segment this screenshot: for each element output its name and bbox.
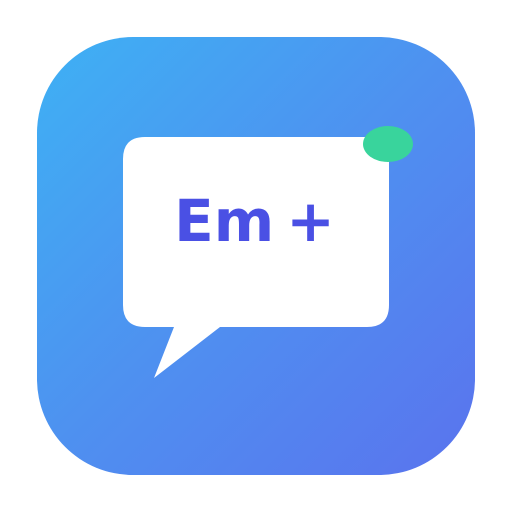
app-icon-canvas: Em + xyxy=(0,0,512,512)
app-icon[interactable]: Em + xyxy=(37,37,475,475)
app-icon-text: Em xyxy=(174,187,275,255)
app-icon-label: Em + xyxy=(147,179,362,263)
plus-icon: + xyxy=(286,187,335,255)
notification-dot-icon xyxy=(363,126,413,162)
